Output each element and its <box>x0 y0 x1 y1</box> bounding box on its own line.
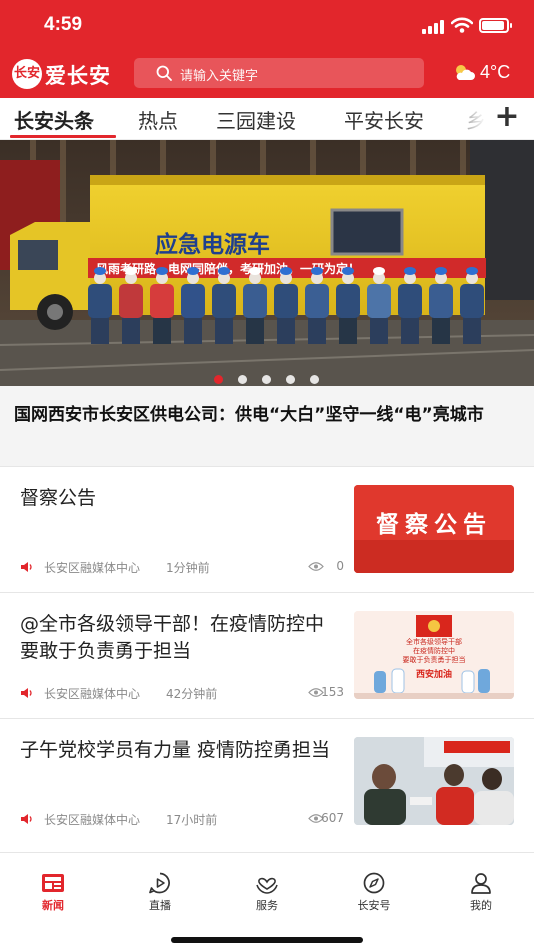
banner-photo: 应急电源车 风雨考研路，电网同陪伴，考研加油，一研为定！ <box>0 140 534 386</box>
carousel-dot[interactable] <box>262 375 271 384</box>
nav-label: 我的 <box>470 899 492 912</box>
carousel-dot[interactable] <box>310 375 319 384</box>
carousel-dot[interactable] <box>238 375 247 384</box>
nav-live[interactable]: 直播 <box>120 871 200 915</box>
tab-fade <box>452 98 486 139</box>
news-meta: 长安区融媒体中心 1分钟前 0 <box>20 559 344 577</box>
news-title: @全市各级领导干部！在疫情防控中要敢于负责勇于担当 <box>20 613 325 662</box>
carousel-dot[interactable] <box>286 375 295 384</box>
nav-label: 新闻 <box>42 899 64 912</box>
search-icon <box>156 65 172 81</box>
news-thumbnail[interactable] <box>354 737 514 825</box>
nav-label: 长安号 <box>357 899 391 912</box>
nav-news[interactable]: 新闻 <box>13 871 93 915</box>
carousel-dot[interactable] <box>214 375 223 384</box>
banner-headline[interactable]: 国网西安市长安区供电公司：供电“大白”坚守一线“电”亮城市 <box>0 386 534 466</box>
nav-service[interactable]: 服务 <box>227 871 307 915</box>
news-item[interactable]: 督察公告 长安区融媒体中心 1分钟前 0 督察公告 <box>0 466 534 592</box>
thumb-line: 全市各级领导干部 <box>406 637 462 646</box>
compass-icon <box>363 872 385 894</box>
logo-mark: 长安 <box>12 59 42 89</box>
nav-label: 服务 <box>256 899 278 912</box>
tab-headlines[interactable]: 长安头条 <box>14 105 94 134</box>
news-item[interactable]: 子午党校学员有力量 疫情防控勇担当 长安区融媒体中心 17小时前 607 <box>0 718 534 844</box>
news-source: 长安区融媒体中心 <box>44 561 141 575</box>
wifi-icon <box>451 17 473 33</box>
banner-headline-text: 国网西安市长安区供电公司：供电“大白”坚守一线“电”亮城市 <box>14 405 484 425</box>
weather-widget[interactable]: 4°C <box>452 60 530 86</box>
news-time: 17小时前 <box>166 813 218 827</box>
bottom-nav: 新闻 直播 服务 长安号 我的 <box>0 852 534 950</box>
temperature: 4°C <box>480 62 511 82</box>
nav-label: 直播 <box>149 899 171 912</box>
service-heart-icon <box>256 877 278 894</box>
news-source: 长安区融媒体中心 <box>44 813 141 827</box>
news-item[interactable]: @全市各级领导干部！在疫情防控中要敢于负责勇于担当 长安区融媒体中心 42分钟前… <box>0 592 534 718</box>
thumb-line: 在疫情防控中 <box>413 646 455 655</box>
speaker-icon <box>21 814 32 824</box>
news-time: 1分钟前 <box>166 561 210 575</box>
news-views: 153 <box>321 685 344 699</box>
news-icon <box>42 874 64 892</box>
channel-tabs: 长安头条 热点 三园建设 平安长安 乡 + <box>0 98 534 140</box>
tab-three-parks[interactable]: 三园建设 <box>216 105 296 134</box>
home-indicator[interactable] <box>171 937 363 943</box>
news-views: 0 <box>336 559 344 573</box>
profile-icon <box>471 873 491 894</box>
views-eye-icon <box>308 562 324 571</box>
speaker-icon <box>21 562 32 572</box>
thumb-caption: 西安加油 <box>416 668 452 680</box>
news-meta: 长安区融媒体中心 42分钟前 153 <box>20 685 344 703</box>
battery-icon <box>479 18 512 33</box>
carousel-indicator <box>212 375 324 385</box>
news-thumbnail[interactable]: 督察公告 <box>354 485 514 573</box>
live-play-icon <box>149 872 170 894</box>
news-meta: 长安区融媒体中心 17小时前 607 <box>20 811 344 829</box>
speaker-icon <box>21 688 32 698</box>
app-header: 4:59 长安 爱长安 请输入关键字 4°C <box>0 0 534 98</box>
search-input[interactable]: 请输入关键字 <box>134 58 424 88</box>
status-time: 4:59 <box>44 14 83 35</box>
news-title: 子午党校学员有力量 疫情防控勇担当 <box>20 739 331 761</box>
tab-safe-changan[interactable]: 平安长安 <box>344 105 424 134</box>
tab-hot[interactable]: 热点 <box>138 105 178 134</box>
partly-cloudy-icon <box>456 65 475 80</box>
cellular-signal-icon <box>422 20 444 34</box>
search-placeholder: 请输入关键字 <box>180 69 259 84</box>
nav-changan-account[interactable]: 长安号 <box>334 871 414 915</box>
app-name: 爱长安 <box>45 63 111 88</box>
truck-title: 应急电源车 <box>155 231 270 258</box>
news-title: 督察公告 <box>20 487 97 509</box>
news-thumbnail[interactable]: 全市各级领导干部 在疫情防控中 要敢于负责勇于担当 西安加油 <box>354 611 514 699</box>
add-channel-button[interactable]: + <box>490 102 524 134</box>
active-tab-indicator <box>10 135 116 138</box>
thumb-title: 督察公告 <box>376 511 492 538</box>
banner-carousel[interactable]: 应急电源车 风雨考研路，电网同陪伴，考研加油，一研为定！ <box>0 140 534 386</box>
status-bar: 4:59 <box>0 0 534 52</box>
news-views: 607 <box>321 811 344 825</box>
nav-mine[interactable]: 我的 <box>441 871 521 915</box>
news-source: 长安区融媒体中心 <box>44 687 141 701</box>
news-time: 42分钟前 <box>166 687 218 701</box>
thumb-line: 要敢于负责勇于担当 <box>403 655 466 664</box>
app-logo[interactable]: 长安 爱长安 <box>12 59 120 89</box>
